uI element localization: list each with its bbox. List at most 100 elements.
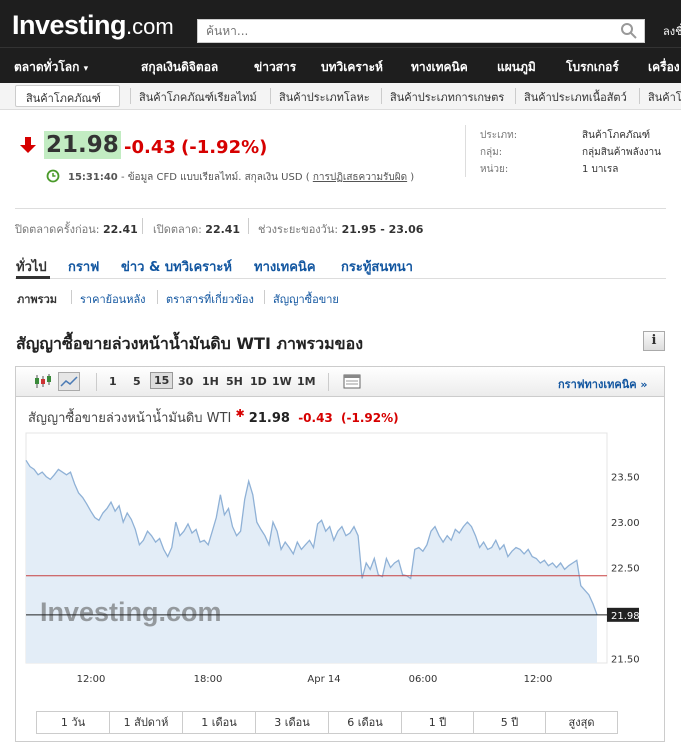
tab-technical[interactable]: ทางเทคนิค	[254, 256, 316, 277]
interval-1h[interactable]: 1H	[202, 375, 219, 388]
divider	[15, 208, 666, 209]
tab-chart[interactable]: กราฟ	[68, 256, 99, 277]
nav-brokers[interactable]: โบรกเกอร์	[566, 58, 619, 77]
chart-legend: สัญญาซื้อขายล่วงหน้าน้ำมันดิบ WTI ✱ 21.9…	[28, 407, 399, 428]
y-tick-label: 22.50	[611, 564, 640, 575]
chart-toolbar: 1 5 15 30 1H 5H 1D 1W 1M กราฟทางเทคนิค »	[16, 367, 664, 397]
subnav-agriculture[interactable]: สินค้าประเภทการเกษตร	[381, 88, 504, 104]
y-tick-label: 21.50	[611, 654, 640, 665]
unit-value: 1 บาเรล	[582, 164, 619, 175]
quote-timestamp: 15:31:40 - ข้อมูล CFD แบบเรียลไทม์. สกุล…	[68, 172, 415, 183]
prev-close: ปิดตลาดครั้งก่อน: 22.41	[15, 223, 138, 236]
x-tick-label: 18:00	[194, 674, 223, 685]
tab-overview[interactable]: ทั่วไป	[16, 256, 47, 277]
range-3m[interactable]: 3 เดือน	[256, 712, 329, 733]
legend-change: -0.43	[298, 411, 333, 425]
nav-analysis[interactable]: บทวิเคราะห์	[321, 58, 383, 77]
last-price: 21.98	[44, 131, 121, 159]
range-5y[interactable]: 5 ปี	[474, 712, 546, 733]
interval-1[interactable]: 1	[109, 375, 117, 388]
search-box	[197, 19, 645, 43]
x-tick-label: Apr 14	[307, 674, 340, 685]
range-1d[interactable]: 1 วัน	[37, 712, 110, 733]
interval-5h[interactable]: 5H	[226, 375, 243, 388]
page: { "header": { "logo_main": "Investing", …	[0, 0, 681, 750]
interval-1w[interactable]: 1W	[272, 375, 292, 388]
arrow-down-icon	[20, 137, 36, 153]
top-bar: Investing.com ลงชื่อเข้าใช้	[0, 0, 681, 47]
range-selector: 1 วัน 1 สัปดาห์ 1 เดือน 3 เดือน 6 เดือน …	[36, 711, 618, 734]
divider	[248, 218, 249, 234]
divider	[71, 290, 72, 304]
y-tick-label: 23.00	[611, 518, 640, 529]
star-icon: ✱	[235, 407, 245, 420]
range-max[interactable]: สูงสุด	[546, 712, 617, 733]
range-1y[interactable]: 1 ปี	[402, 712, 474, 733]
nav-technical[interactable]: ทางเทคนิค	[411, 58, 468, 77]
nav-world-markets[interactable]: ตลาดทั่วโลก ▾	[14, 58, 88, 77]
subnav-realtime[interactable]: สินค้าโภคภัณฑ์เรียลไทม์	[130, 88, 257, 104]
table-icon[interactable]	[341, 372, 363, 391]
interval-30[interactable]: 30	[178, 375, 193, 388]
subtab-overview[interactable]: ภาพรวม	[17, 290, 57, 308]
sub-nav: สินค้าโภคภัณฑ์ สินค้าโภคภัณฑ์เรียลไทม์ ส…	[0, 83, 681, 110]
section-title: สัญญาซื้อขายล่วงหน้าน้ำมันดิบ WTI ภาพรวม…	[16, 334, 364, 353]
chart-widget: 1 5 15 30 1H 5H 1D 1W 1M กราฟทางเทคนิค »…	[15, 366, 665, 742]
price-chart: Investing.com 21.98 23.50 23.00 22.50 21.50 12…	[25, 432, 640, 685]
divider	[264, 290, 265, 304]
range-1m[interactable]: 1 เดือน	[183, 712, 256, 733]
x-tick-label: 06:00	[409, 674, 438, 685]
tab-news-analysis[interactable]: ข่าว & บทวิเคราะห์	[121, 256, 232, 277]
subnav-more[interactable]: สินค้าโภ	[639, 88, 681, 104]
interval-1d[interactable]: 1D	[250, 375, 267, 388]
y-tick-label: 23.50	[611, 473, 640, 484]
subnav-meats[interactable]: สินค้าประเภทเนื้อสัตว์	[515, 88, 627, 104]
last-price-label: 21.98	[611, 611, 640, 622]
nav-tools[interactable]: เครื่อง	[648, 58, 680, 77]
price-change: -0.43	[124, 137, 176, 158]
divider	[15, 278, 666, 279]
range-1w[interactable]: 1 สัปดาห์	[110, 712, 183, 733]
interval-15[interactable]: 15	[150, 372, 174, 389]
subtab-historical[interactable]: ราคาย้อนหลัง	[80, 290, 146, 308]
disclaimer-link[interactable]: การปฏิเสธความรับผิด	[313, 172, 407, 183]
range-6m[interactable]: 6 เดือน	[329, 712, 402, 733]
divider	[328, 373, 329, 391]
signin-link[interactable]: ลงชื่อเข้าใช้	[663, 22, 681, 40]
divider	[157, 290, 158, 304]
divider	[96, 373, 97, 391]
tab-forum[interactable]: กระทู้สนทนา	[341, 256, 413, 277]
chevron-down-icon: ▾	[83, 64, 89, 74]
search-icon[interactable]	[620, 22, 638, 40]
interval-5[interactable]: 5	[133, 375, 141, 388]
technical-chart-link[interactable]: กราฟทางเทคนิค »	[558, 375, 648, 393]
chart-watermark: Investing.com	[40, 597, 222, 627]
area-chart-icon[interactable]	[58, 372, 80, 391]
divider	[142, 218, 143, 234]
subtab-contracts[interactable]: สัญญาซื้อขาย	[273, 290, 339, 308]
legend-change-percent: (-1.92%)	[341, 411, 399, 425]
candlestick-icon[interactable]	[31, 372, 53, 391]
legend-name: สัญญาซื้อขายล่วงหน้าน้ำมันดิบ WTI	[28, 411, 232, 426]
legend-price: 21.98	[248, 411, 290, 426]
nav-crypto[interactable]: สกุลเงินดิจิตอล	[141, 58, 218, 77]
price-change-percent: (-1.92%)	[181, 137, 268, 158]
site-logo[interactable]: Investing.com	[12, 10, 174, 41]
subtab-related[interactable]: ตราสารที่เกี่ยวข้อง	[166, 290, 254, 308]
search-input[interactable]	[198, 20, 598, 42]
x-tick-label: 12:00	[524, 674, 553, 685]
open-price: เปิดตลาด: 22.41	[153, 223, 241, 236]
day-range: ช่วงระยะของวัน: 21.95 - 23.06	[258, 223, 424, 236]
subnav-metals[interactable]: สินค้าประเภทโลหะ	[270, 88, 370, 104]
nav-news[interactable]: ข่าวสาร	[254, 58, 296, 77]
type-value: สินค้าโภคภัณฑ์	[582, 130, 651, 141]
info-icon[interactable]: i	[643, 331, 665, 351]
group-value: กลุ่มสินค้าพลังงาน	[582, 147, 661, 158]
nav-charts[interactable]: แผนภูมิ	[497, 58, 536, 77]
x-tick-label: 12:00	[77, 674, 106, 685]
main-nav: ตลาดทั่วโลก ▾ สกุลเงินดิจิตอล ข่าวสาร บท…	[0, 47, 681, 83]
active-tab-indicator	[16, 276, 50, 279]
interval-1m[interactable]: 1M	[297, 375, 316, 388]
instrument-meta: ประเภท: สินค้าโภคภัณฑ์ กลุ่ม: กลุ่มสินค้…	[465, 125, 681, 177]
subnav-commodities[interactable]: สินค้าโภคภัณฑ์	[15, 85, 120, 107]
